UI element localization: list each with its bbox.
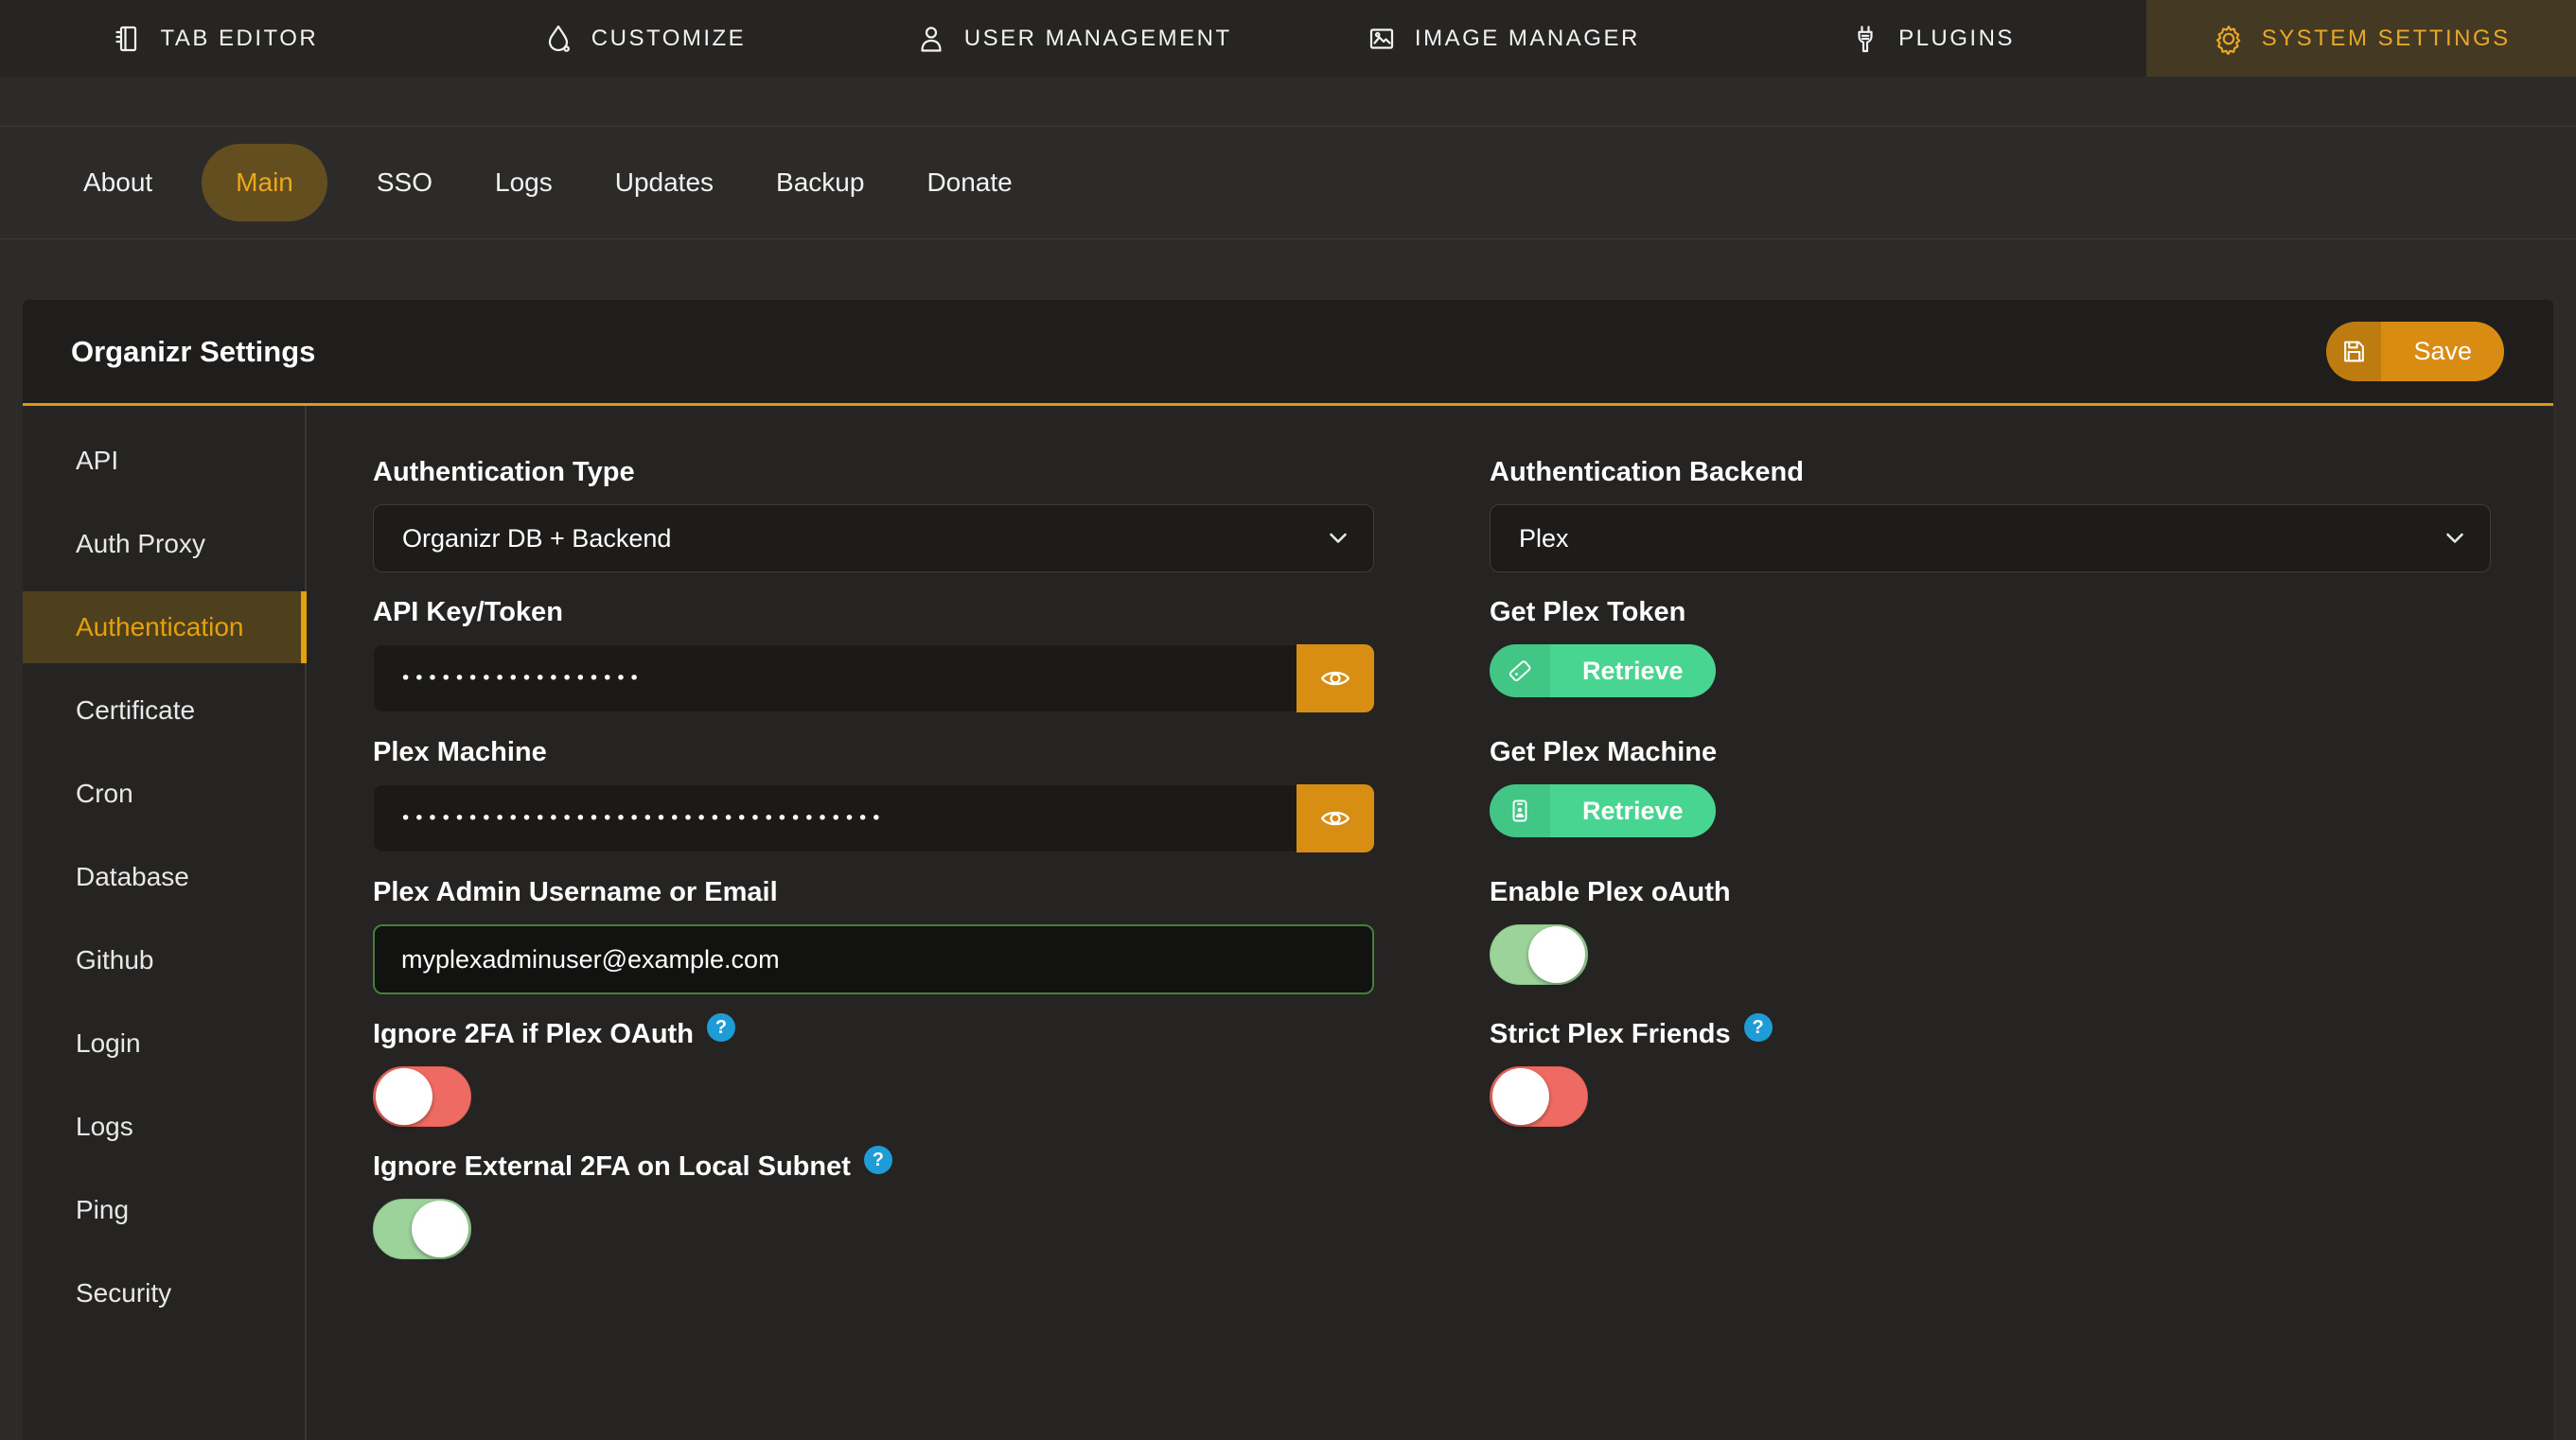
nav-item-system-settings[interactable]: SYSTEM SETTINGS xyxy=(2146,0,2576,77)
nav-item-label: TAB EDITOR xyxy=(160,26,318,52)
retrieve-plex-token-button[interactable]: Retrieve xyxy=(1490,644,1716,697)
nav-item-label: PLUGINS xyxy=(1898,26,2015,52)
field-get-plex-token: Get Plex Token Retrieve xyxy=(1490,595,2491,697)
authentication-backend-select[interactable]: Plex xyxy=(1490,504,2491,572)
nav-item-label: IMAGE MANAGER xyxy=(1415,26,1640,52)
sidebar-item-github[interactable]: Github xyxy=(23,924,305,996)
nav-item-label: USER MANAGEMENT xyxy=(964,26,1232,52)
toggle-knob xyxy=(412,1201,468,1257)
field-get-plex-machine: Get Plex Machine Retrieve xyxy=(1490,735,2491,837)
sidebar-item-authentication[interactable]: Authentication xyxy=(23,591,307,663)
tab-backup[interactable]: Backup xyxy=(776,144,864,221)
help-icon[interactable]: ? xyxy=(1744,1013,1773,1042)
settings-sidebar: API Auth Proxy Authentication Certificat… xyxy=(23,406,307,1440)
plex-admin-input[interactable] xyxy=(373,924,1374,994)
sidebar-item-certificate[interactable]: Certificate xyxy=(23,675,305,746)
nav-item-customize[interactable]: CUSTOMIZE xyxy=(430,0,859,77)
sidebar-item-security[interactable]: Security xyxy=(23,1257,305,1329)
enable-plex-oauth-label: Enable Plex oAuth xyxy=(1490,875,2491,909)
tab-main[interactable]: Main xyxy=(202,144,327,221)
field-api-key-token: API Key/Token xyxy=(373,595,1374,712)
sidebar-item-cron[interactable]: Cron xyxy=(23,758,305,830)
floppy-disk-icon xyxy=(2326,322,2381,381)
tab-logs[interactable]: Logs xyxy=(495,144,553,221)
get-plex-machine-label: Get Plex Machine xyxy=(1490,735,2491,769)
nav-item-user-management[interactable]: USER MANAGEMENT xyxy=(858,0,1288,77)
panel-body: API Auth Proxy Authentication Certificat… xyxy=(23,406,2553,1440)
field-ignore-2fa: Ignore 2FA if Plex OAuth ? xyxy=(373,1017,1374,1127)
panel-header: Organizr Settings Save xyxy=(23,300,2553,406)
field-authentication-backend: Authentication Backend Plex xyxy=(1490,455,2491,572)
field-plex-machine: Plex Machine xyxy=(373,735,1374,852)
eye-icon xyxy=(1320,668,1350,689)
nav-item-label: CUSTOMIZE xyxy=(591,26,746,52)
plex-machine-input[interactable] xyxy=(373,784,1297,852)
api-key-token-input[interactable] xyxy=(373,644,1297,712)
field-strict-plex-friends: Strict Plex Friends ? xyxy=(1490,1017,2491,1127)
nav-item-label: SYSTEM SETTINGS xyxy=(2262,26,2511,52)
plex-admin-label: Plex Admin Username or Email xyxy=(373,875,1374,909)
sidebar-item-ping[interactable]: Ping xyxy=(23,1174,305,1246)
id-badge-icon xyxy=(1490,784,1550,837)
user-icon xyxy=(915,23,947,55)
authentication-type-select[interactable]: Organizr DB + Backend xyxy=(373,504,1374,572)
eye-icon xyxy=(1320,808,1350,829)
nav-item-plugins[interactable]: PLUGINS xyxy=(1718,0,2147,77)
settings-panel: Organizr Settings Save API Auth Proxy Au… xyxy=(23,300,2553,1440)
help-icon[interactable]: ? xyxy=(707,1013,735,1042)
customize-drop-icon xyxy=(542,23,574,55)
tab-sso[interactable]: SSO xyxy=(377,144,432,221)
top-nav: TAB EDITOR CUSTOMIZE USER MANAGEMENT IMA… xyxy=(0,0,2576,77)
reveal-plex-machine-button[interactable] xyxy=(1297,784,1374,852)
sidebar-item-auth-proxy[interactable]: Auth Proxy xyxy=(23,508,305,580)
api-key-token-label: API Key/Token xyxy=(373,595,1374,629)
retrieve-button-label: Retrieve xyxy=(1550,784,1716,837)
strict-plex-friends-label: Strict Plex Friends xyxy=(1490,1017,1731,1051)
ignore-2fa-label: Ignore 2FA if Plex OAuth xyxy=(373,1017,694,1051)
ignore-external-2fa-label: Ignore External 2FA on Local Subnet xyxy=(373,1150,851,1184)
strict-plex-friends-toggle[interactable] xyxy=(1490,1066,1588,1127)
field-ignore-external-2fa: Ignore External 2FA on Local Subnet ? xyxy=(373,1150,1374,1259)
field-enable-plex-oauth: Enable Plex oAuth xyxy=(1490,875,2491,985)
get-plex-token-label: Get Plex Token xyxy=(1490,595,2491,629)
authentication-type-label: Authentication Type xyxy=(373,455,1374,489)
save-button-label: Save xyxy=(2381,322,2504,381)
ticket-icon xyxy=(1490,644,1550,697)
tab-updates[interactable]: Updates xyxy=(615,144,714,221)
toggle-knob xyxy=(1528,926,1585,983)
page-title: Organizr Settings xyxy=(71,335,315,369)
gear-icon xyxy=(2213,23,2245,55)
authentication-form: Authentication Type Organizr DB + Backen… xyxy=(307,406,2553,1440)
tab-editor-icon xyxy=(111,23,143,55)
sidebar-item-database[interactable]: Database xyxy=(23,841,305,913)
ignore-external-2fa-toggle[interactable] xyxy=(373,1199,471,1259)
plug-icon xyxy=(1849,23,1881,55)
field-plex-admin: Plex Admin Username or Email xyxy=(373,875,1374,994)
enable-plex-oauth-toggle[interactable] xyxy=(1490,924,1588,985)
sidebar-item-login[interactable]: Login xyxy=(23,1008,305,1080)
tab-donate[interactable]: Donate xyxy=(926,144,1012,221)
nav-item-image-manager[interactable]: IMAGE MANAGER xyxy=(1288,0,1718,77)
settings-tabs: About Main SSO Logs Updates Backup Donat… xyxy=(0,126,2576,239)
authentication-backend-label: Authentication Backend xyxy=(1490,455,2491,489)
ignore-2fa-toggle[interactable] xyxy=(373,1066,471,1127)
toggle-knob xyxy=(376,1068,432,1125)
help-icon[interactable]: ? xyxy=(864,1146,892,1174)
nav-item-tab-editor[interactable]: TAB EDITOR xyxy=(0,0,430,77)
retrieve-plex-machine-button[interactable]: Retrieve xyxy=(1490,784,1716,837)
image-icon xyxy=(1366,23,1398,55)
retrieve-button-label: Retrieve xyxy=(1550,644,1716,697)
save-button[interactable]: Save xyxy=(2326,322,2504,381)
tab-about[interactable]: About xyxy=(83,144,152,221)
field-authentication-type: Authentication Type Organizr DB + Backen… xyxy=(373,455,1374,572)
sidebar-item-api[interactable]: API xyxy=(23,425,305,497)
plex-machine-label: Plex Machine xyxy=(373,735,1374,769)
toggle-knob xyxy=(1492,1068,1549,1125)
sidebar-item-logs[interactable]: Logs xyxy=(23,1091,305,1163)
reveal-api-key-button[interactable] xyxy=(1297,644,1374,712)
